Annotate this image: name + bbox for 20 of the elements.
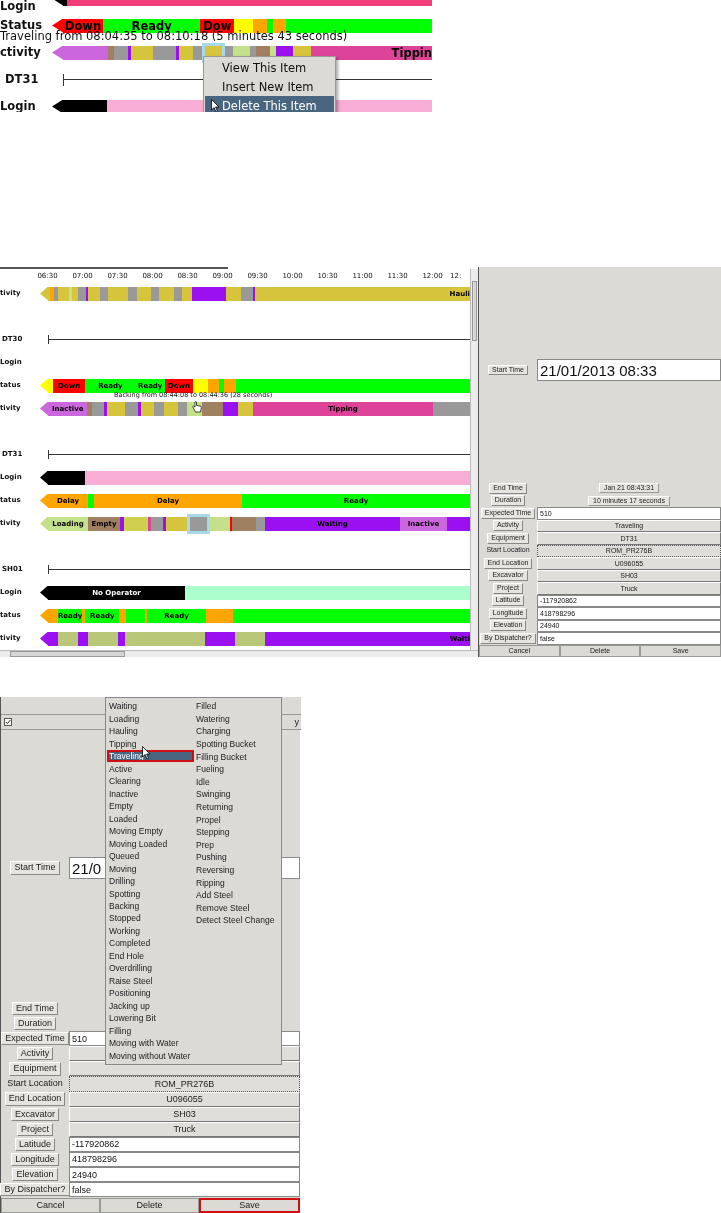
field-label: Excavator — [11, 1107, 59, 1121]
field-label: Duration — [14, 1017, 56, 1031]
tooltip-text: Traveling from 08:04:35 to 08:10:18 (5 minutes 43 seconds) — [0, 31, 348, 43]
field-label: Start Time — [10, 861, 60, 875]
field-label: Start Location — [6, 1077, 64, 1091]
field-label: By Dispatcher? — [0, 1183, 70, 1197]
equipment-label: DT31 — [4, 73, 40, 86]
row-label: Login — [0, 0, 37, 12]
button-text-fragment: y — [294, 717, 299, 727]
field-label: Project — [17, 1122, 53, 1136]
field-label: Elevation — [12, 1167, 58, 1182]
field-label: Longitude — [11, 1152, 59, 1167]
field-label: Equipment — [9, 1062, 61, 1076]
field-label: Activity — [16, 1047, 54, 1061]
field-label: Expected Time — [1, 1032, 69, 1046]
field-label: End Time — [12, 1001, 58, 1016]
row-label: Login — [0, 100, 37, 112]
row-label: ctivity — [0, 46, 42, 59]
field-label: End Location — [4, 1092, 66, 1106]
field-label: Latitude — [15, 1137, 55, 1151]
